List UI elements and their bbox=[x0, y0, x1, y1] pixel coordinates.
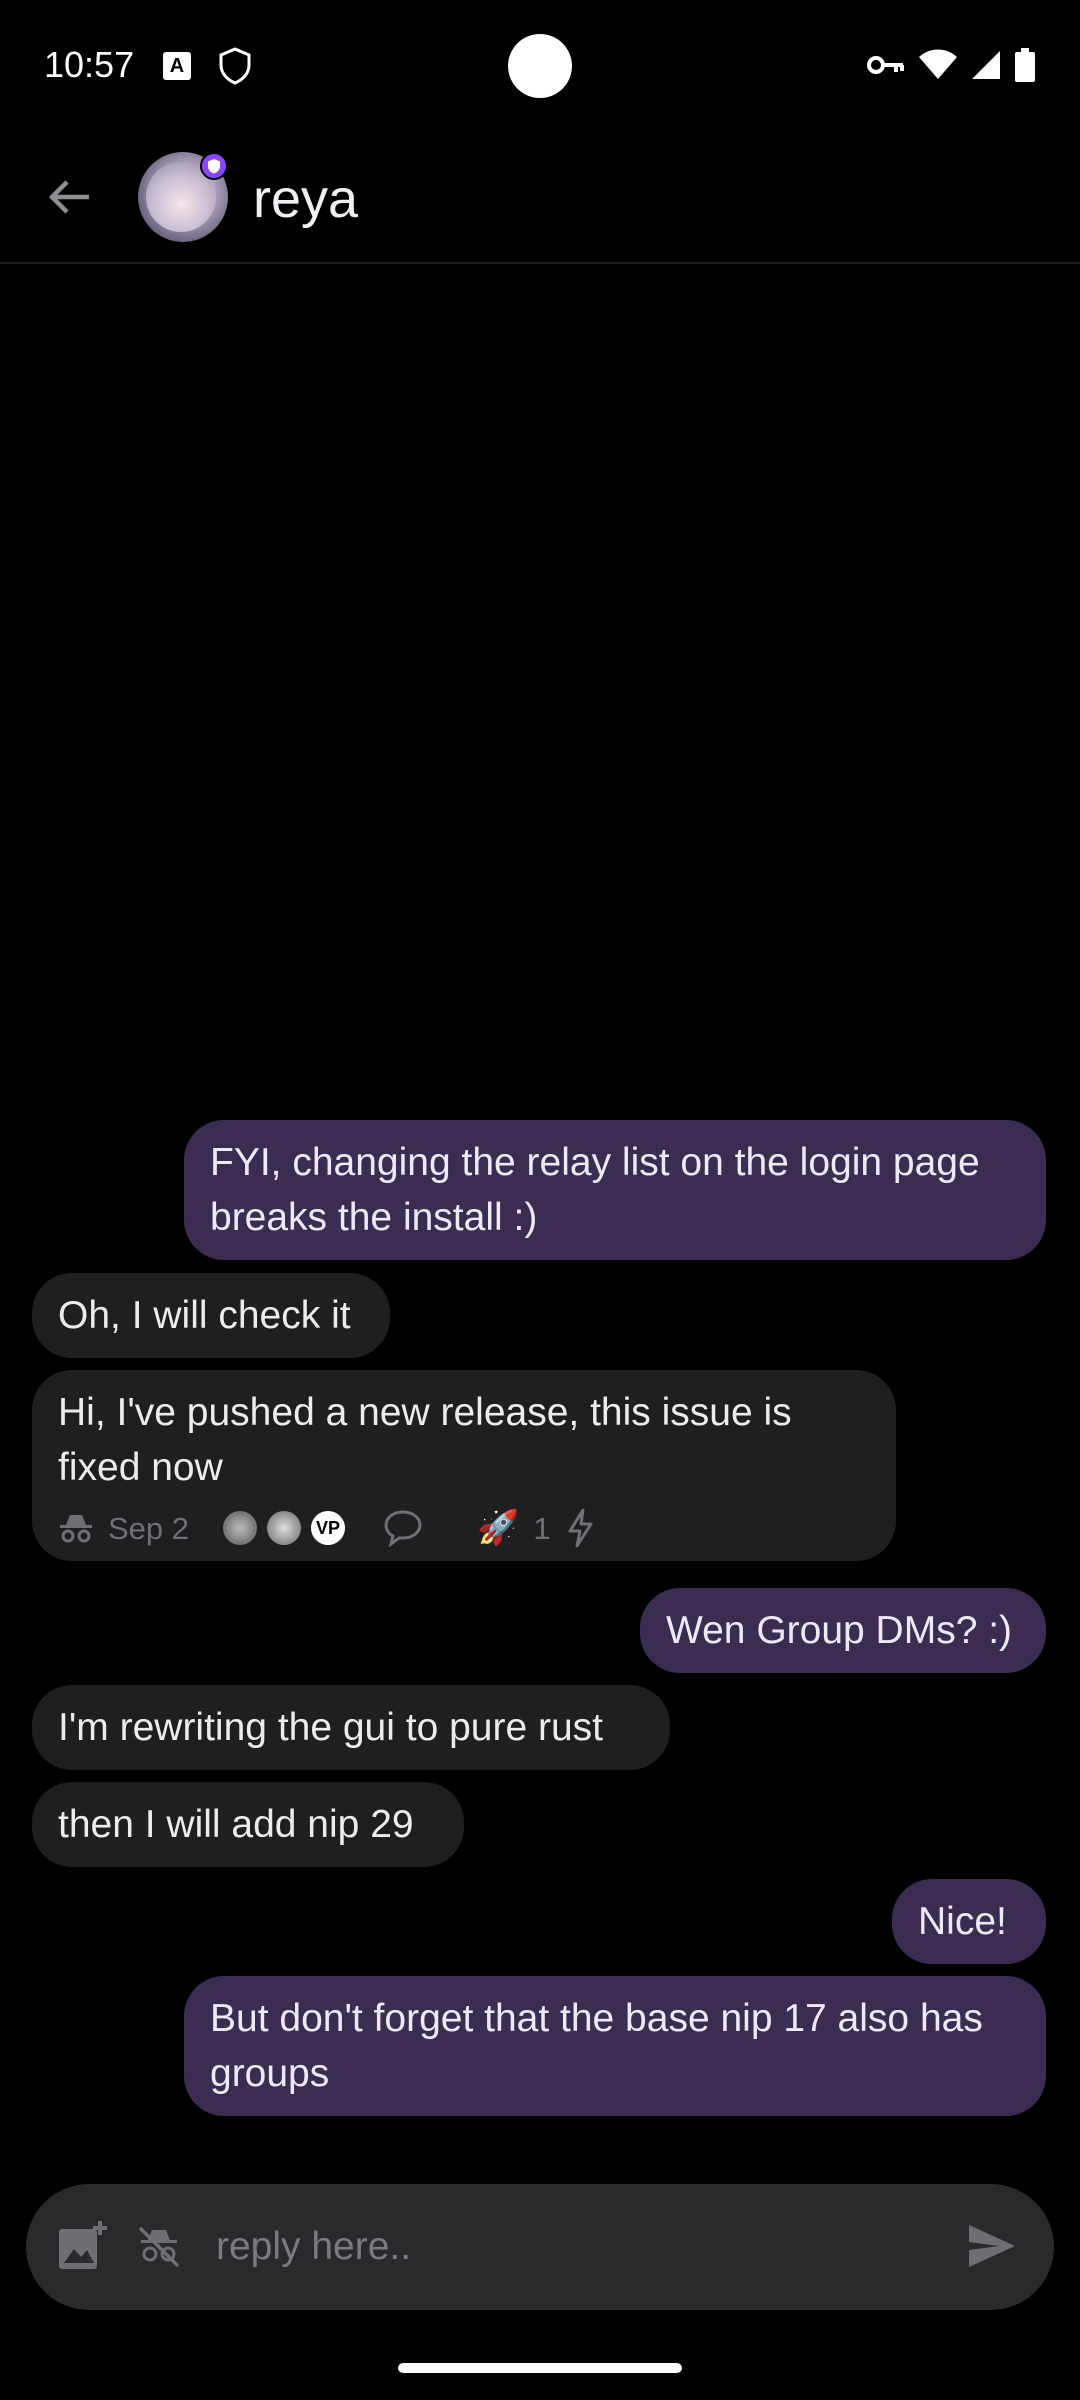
status-time: 10:57 bbox=[44, 44, 135, 85]
incognito-off-icon[interactable] bbox=[136, 2224, 182, 2273]
status-icons bbox=[866, 48, 1036, 87]
message-text: Wen Group DMs? :) bbox=[666, 1609, 1013, 1652]
rocket-reaction-emoji[interactable]: 🚀 bbox=[477, 1501, 519, 1556]
vpn-key-icon bbox=[866, 50, 906, 85]
message-text: Nice! bbox=[918, 1900, 1007, 1943]
message-text: FYI, changing the relay list on the logi… bbox=[210, 1141, 980, 1239]
message-date: Sep 2 bbox=[108, 1510, 190, 1546]
message-meta: Sep 2 VP 🚀 1 bbox=[58, 1503, 870, 1553]
chat-header: reya bbox=[0, 132, 1080, 264]
message-bubble-outgoing[interactable]: FYI, changing the relay list on the logi… bbox=[184, 1120, 1046, 1260]
battery-icon bbox=[1014, 48, 1036, 87]
vp-avatar[interactable]: VP bbox=[311, 1511, 346, 1545]
message-text: But don't forget that the base nip 17 al… bbox=[210, 1997, 983, 2095]
message-bubble-incoming[interactable]: I'm rewriting the gui to pure rust bbox=[32, 1685, 670, 1770]
message-bubble-incoming[interactable]: Hi, I've pushed a new release, this issu… bbox=[32, 1370, 896, 1561]
shield-icon bbox=[218, 47, 252, 90]
message-bubble-outgoing[interactable]: Nice! bbox=[892, 1879, 1046, 1964]
reaction-count: 1 bbox=[533, 1510, 551, 1546]
signal-icon bbox=[970, 49, 1002, 86]
message-composer bbox=[26, 2184, 1054, 2310]
message-bubble-incoming[interactable]: then I will add nip 29 bbox=[32, 1782, 464, 1867]
message-text: then I will add nip 29 bbox=[58, 1803, 414, 1846]
add-image-icon[interactable] bbox=[56, 2219, 110, 2278]
zap-icon[interactable] bbox=[565, 1508, 595, 1548]
keyboard-a-icon: A bbox=[163, 52, 191, 80]
send-icon[interactable] bbox=[966, 2220, 1018, 2277]
back-arrow-icon bbox=[48, 180, 89, 214]
reactor-avatar[interactable] bbox=[223, 1511, 258, 1545]
reactor-avatar[interactable] bbox=[267, 1511, 302, 1545]
home-indicator[interactable] bbox=[398, 2363, 682, 2373]
back-button[interactable] bbox=[36, 164, 102, 230]
message-text: I'm rewriting the gui to pure rust bbox=[58, 1706, 604, 1749]
status-bar: 10:57 A bbox=[0, 0, 1080, 132]
message-bubble-outgoing[interactable]: Wen Group DMs? :) bbox=[640, 1588, 1046, 1673]
incognito-icon bbox=[60, 1515, 92, 1543]
reply-icon[interactable] bbox=[383, 1509, 423, 1547]
message-bubble-outgoing[interactable]: But don't forget that the base nip 17 al… bbox=[184, 1976, 1046, 2116]
camera-cutout bbox=[508, 34, 572, 98]
message-text: Hi, I've pushed a new release, this issu… bbox=[58, 1391, 792, 1489]
verified-badge-icon bbox=[200, 152, 228, 180]
wifi-icon bbox=[918, 49, 958, 86]
message-bubble-incoming[interactable]: Oh, I will check it bbox=[32, 1273, 390, 1358]
message-text: Oh, I will check it bbox=[58, 1294, 351, 1337]
reply-input[interactable] bbox=[216, 2212, 936, 2282]
contact-name[interactable]: reya bbox=[253, 168, 358, 230]
